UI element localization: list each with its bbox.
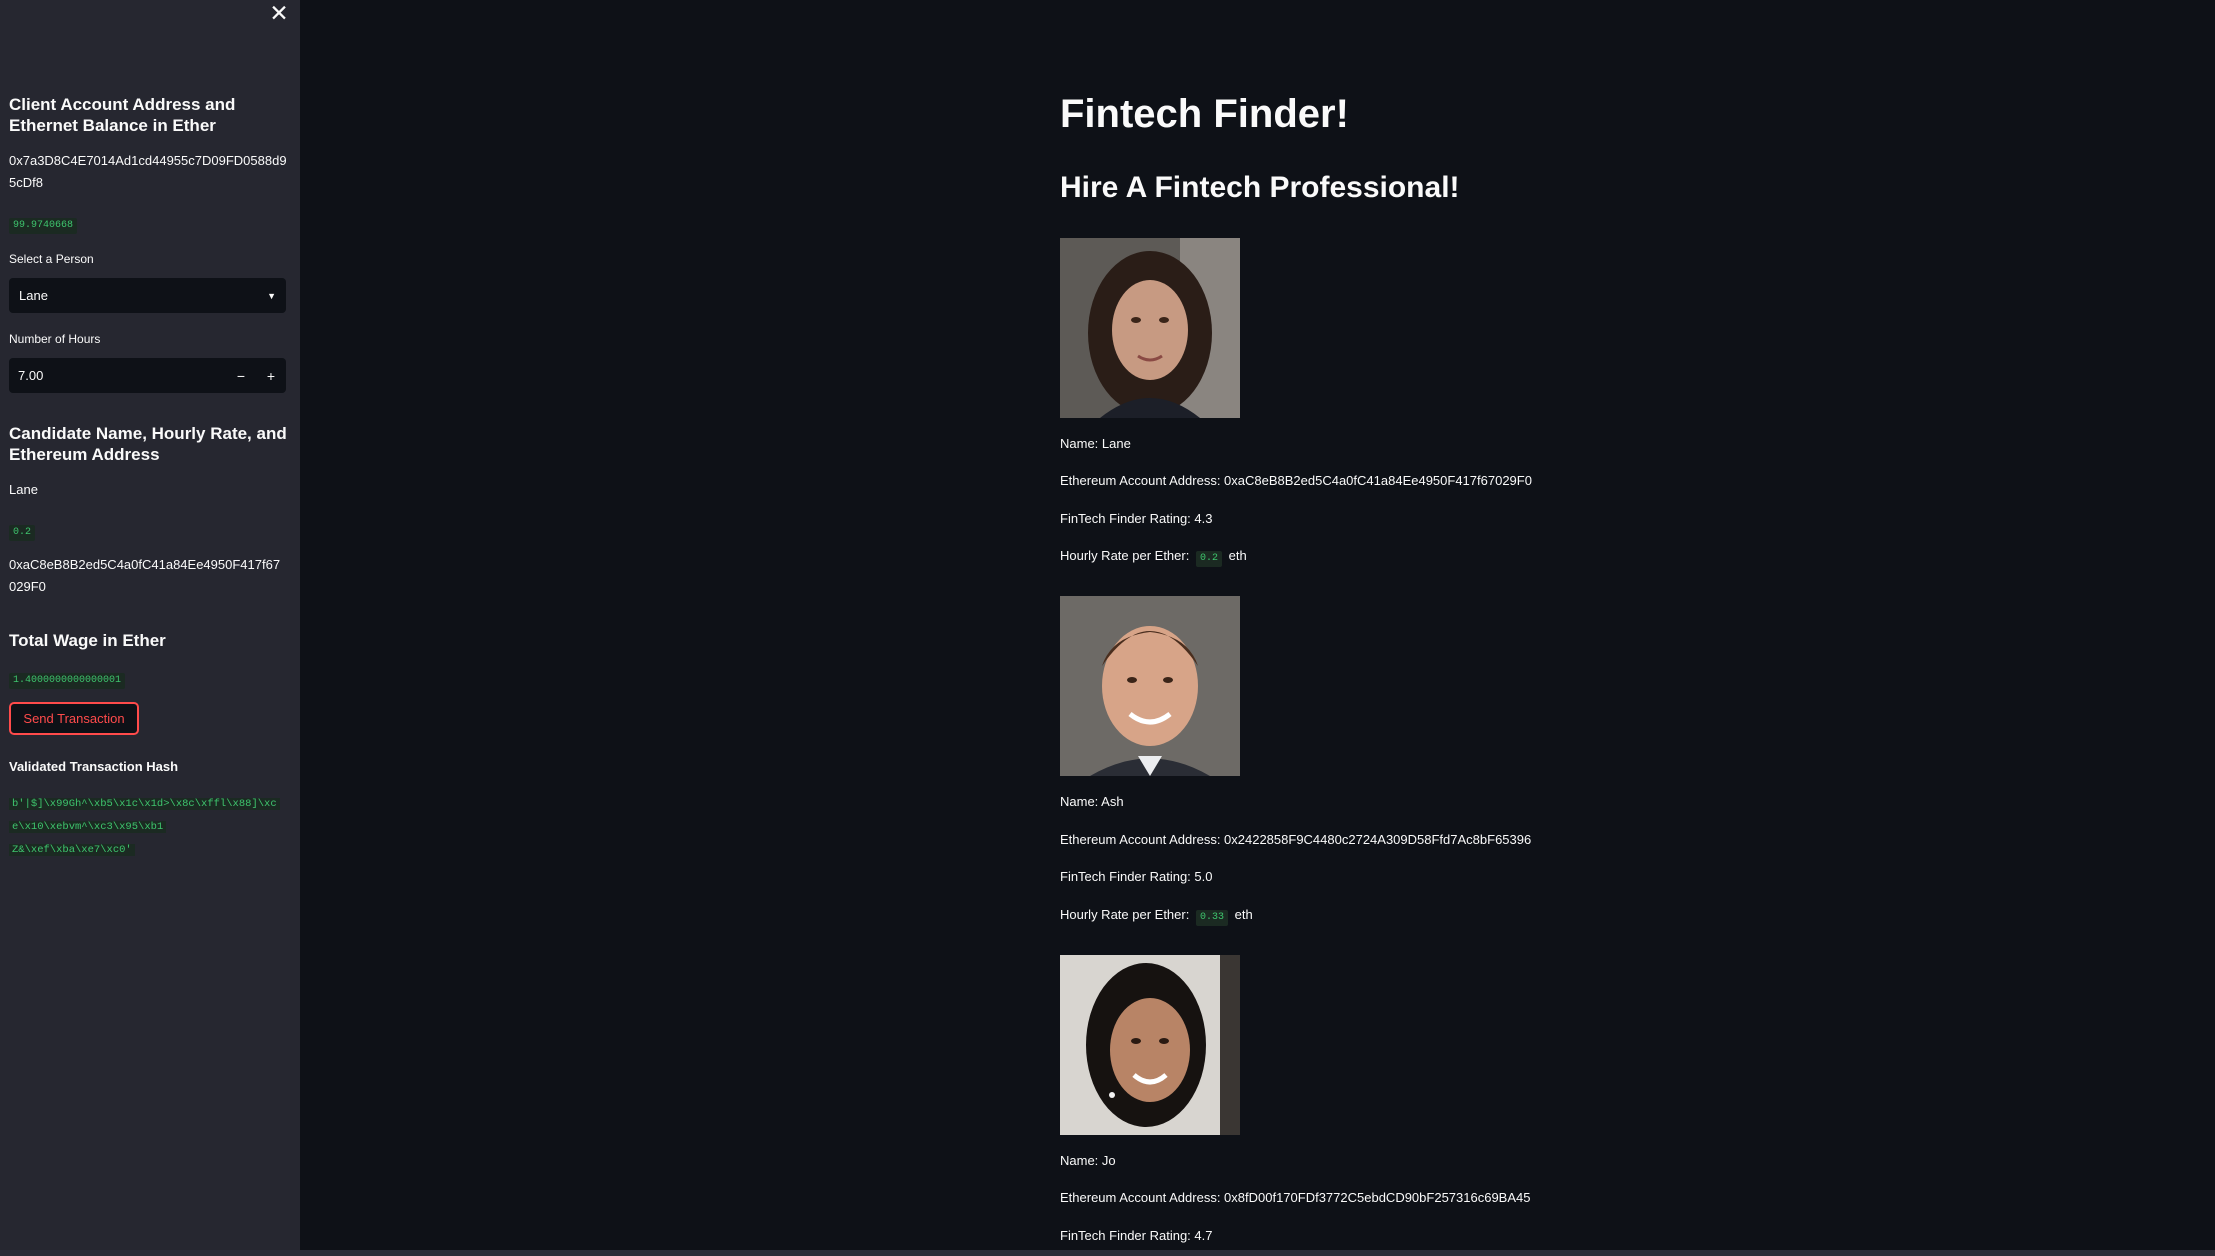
wage-code: 1.4000000000000001: [9, 673, 126, 689]
horizontal-scrollbar[interactable]: [0, 1250, 2215, 1256]
candidate-rating: FinTech Finder Rating: 4.3: [1060, 511, 1213, 526]
sidebar: ✕ Client Account Address and Ethernet Ba…: [0, 0, 300, 1250]
transaction-hash: b'|$]\x99Gh^\xb5\x1c\x1d>\x8c\xffl\x88]\…: [9, 793, 289, 862]
select-person-dropdown[interactable]: Lane ▼: [9, 278, 286, 313]
close-icon: ✕: [269, 0, 289, 26]
candidate-rating: FinTech Finder Rating: 5.0: [1060, 869, 1213, 884]
rate-prefix: Hourly Rate per Ether:: [1060, 907, 1190, 922]
select-person-value: Lane: [19, 288, 48, 303]
chevron-down-icon: ▼: [267, 290, 276, 301]
rate-suffix: eth: [1234, 907, 1253, 922]
candidate-rate: 0.2: [9, 521, 36, 541]
select-person-label: Select a Person: [9, 252, 94, 266]
rate-prefix: Hourly Rate per Ether:: [1060, 548, 1190, 563]
page-subtitle: Hire A Fintech Professional!: [1060, 171, 1460, 204]
candidate-heading: Candidate Name, Hourly Rate, and Ethereu…: [9, 424, 287, 464]
candidate-rate-code: 0.2: [9, 525, 36, 541]
hours-stepper[interactable]: 7.00 − +: [9, 358, 286, 393]
hash-line: b'|$]\x99Gh^\xb5\x1c\x1d>\x8c\xffl\x88]\…: [9, 798, 280, 810]
candidate-name: Name: Lane: [1060, 436, 1131, 451]
hash-line: Z&\xef\xba\xe7\xc0': [9, 844, 135, 856]
decrement-button[interactable]: −: [226, 368, 256, 384]
candidate-address: Ethereum Account Address: 0x2422858F9C44…: [1060, 832, 1532, 847]
rate-value: 0.2: [1195, 551, 1222, 567]
candidate-photo-ash: [1060, 596, 1240, 776]
candidate-rate: Hourly Rate per Ether: 0.2 eth: [1060, 548, 1247, 567]
rate-suffix: eth: [1228, 548, 1247, 563]
wage-value: 1.4000000000000001: [9, 669, 126, 689]
page-title: Fintech Finder!: [1060, 92, 1349, 136]
hash-heading: Validated Transaction Hash: [9, 759, 179, 774]
candidate-photo-jo: [1060, 955, 1240, 1135]
candidate-photo-lane: [1060, 238, 1240, 418]
increment-button[interactable]: +: [256, 368, 286, 384]
close-sidebar-button[interactable]: ✕: [268, 0, 290, 26]
account-heading: Client Account Address and Ethernet Bala…: [9, 95, 236, 135]
candidate-name: Name: Jo: [1060, 1153, 1116, 1168]
candidate-name: Lane: [9, 482, 38, 497]
candidate-name: Name: Ash: [1060, 794, 1124, 809]
account-address: 0x7a3D8C4E7014Ad1cd44955c7D09FD0588d95cD…: [9, 153, 287, 190]
candidate-address: Ethereum Account Address: 0x8fD00f170FDf…: [1060, 1190, 1531, 1205]
rate-value: 0.33: [1195, 910, 1228, 926]
balance-code: 99.9740668: [9, 218, 78, 234]
hours-label: Number of Hours: [9, 332, 101, 346]
candidate-rating: FinTech Finder Rating: 4.7: [1060, 1228, 1213, 1243]
send-transaction-button[interactable]: Send Transaction: [9, 702, 139, 735]
candidate-address: 0xaC8eB8B2ed5C4a0fC41a84Ee4950F417f67029…: [9, 557, 281, 594]
hours-input[interactable]: 7.00: [9, 368, 226, 383]
wage-heading: Total Wage in Ether: [9, 631, 166, 650]
candidate-address: Ethereum Account Address: 0xaC8eB8B2ed5C…: [1060, 473, 1532, 488]
candidate-rate: Hourly Rate per Ether: 0.33 eth: [1060, 907, 1253, 926]
balance-value: 99.9740668: [9, 214, 78, 234]
hash-line: e\x10\xebvm^\xc3\x95\xb1: [9, 821, 167, 833]
